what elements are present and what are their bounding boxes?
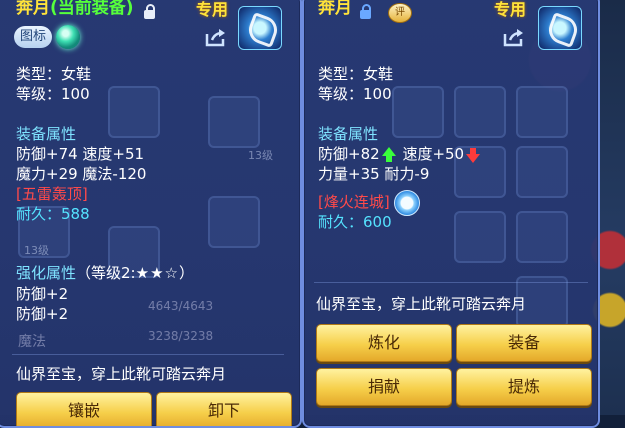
orb-icon[interactable] [56, 25, 80, 49]
decrease-arrow-icon [466, 148, 481, 163]
exclusive-tag: 专用 [196, 0, 229, 19]
enhance-line: 防御+2 [16, 285, 69, 303]
unequip-button[interactable]: 卸下 [156, 392, 292, 426]
stat-defense: 防御+82 [318, 145, 380, 163]
bg-hp-value: 4643/4643 [148, 299, 214, 313]
attr-header: 装备属性 [318, 125, 379, 143]
stat-line: 魔力+29 魔法-120 [16, 165, 147, 183]
durability-label: 耐久： [16, 205, 62, 223]
extract-button[interactable]: 提炼 [456, 368, 592, 406]
item-type: 类型：女鞋 [318, 65, 394, 83]
rating-badge[interactable]: 评 [388, 3, 412, 23]
divider [314, 282, 588, 283]
enhance-close: ） [178, 264, 194, 282]
background-slot [454, 211, 506, 263]
special-skill: [烽火连城] [318, 193, 390, 211]
equipped-note: (当前装备) [50, 0, 134, 18]
share-icon[interactable] [204, 28, 228, 48]
durability: 耐久：600 [318, 212, 392, 232]
item-description: 仙界至宝，穿上此靴可踏云奔月 [316, 295, 527, 313]
item-name: 奔月 [318, 0, 352, 18]
compare-item-tooltip: 奔月 评 专用 类型：女鞋 等级：100 装备属性 防御+82 速度+50 力量… [302, 0, 600, 428]
background-slot [208, 196, 260, 248]
durability-label: 耐久： [318, 213, 364, 231]
enhance-level: （等级2: [76, 264, 136, 282]
enhance-line: 防御+2 [16, 305, 69, 323]
item-type: 类型：女鞋 [16, 65, 92, 83]
icon-toggle[interactable]: 图标 [14, 26, 53, 48]
background-slot [454, 86, 506, 138]
equipped-item-tooltip: 13级 13级 4643/4643 3238/3238 魔法 奔月(当前装备) … [0, 0, 302, 428]
icon-toggle-label: 图标 [20, 29, 47, 44]
durability: 耐久：588 [16, 204, 90, 224]
durability-value: 600 [363, 213, 392, 231]
donate-button[interactable]: 捐献 [316, 368, 452, 406]
bg-level-tag: 13级 [248, 149, 273, 162]
item-name: 奔月 [16, 0, 50, 18]
stat-line: 防御+82 速度+50 [318, 144, 482, 164]
share-icon[interactable] [502, 28, 526, 48]
background-slot [208, 96, 260, 148]
enhance-header: 强化属性 [16, 264, 77, 282]
bg-mp-value: 3238/3238 [148, 329, 214, 343]
lock-icon[interactable] [360, 4, 371, 19]
bg-level-tag: 13级 [24, 244, 49, 257]
refine-button[interactable]: 炼化 [316, 324, 452, 362]
item-icon [238, 6, 282, 50]
item-description: 仙界至宝，穿上此靴可踏云奔月 [16, 365, 227, 383]
background-slot [516, 86, 568, 138]
enhance-row: 强化属性（等级2:★★☆） [16, 263, 194, 283]
durability-value: 588 [61, 205, 90, 223]
stat-speed: 速度+50 [402, 145, 465, 163]
bg-mp-label: 魔法 [18, 334, 46, 350]
item-icon [538, 6, 582, 50]
background-slot [516, 211, 568, 263]
item-name-row: 奔月(当前装备) [16, 0, 134, 18]
stat-line: 力量+35 耐力-9 [318, 165, 430, 183]
background-slot [392, 86, 444, 138]
enhance-stars: ★★☆ [135, 264, 179, 282]
exclusive-tag: 专用 [494, 0, 527, 19]
background-slot [516, 146, 568, 198]
inlay-button[interactable]: 镶嵌 [16, 392, 152, 426]
refresh-icon[interactable] [394, 190, 420, 216]
background-slot [108, 86, 160, 138]
increase-arrow-icon [381, 147, 396, 162]
item-level: 等级：100 [318, 85, 392, 103]
attr-header: 装备属性 [16, 125, 77, 143]
lock-icon[interactable] [144, 4, 155, 19]
equip-button[interactable]: 装备 [456, 324, 592, 362]
item-level: 等级：100 [16, 85, 90, 103]
stat-line: 防御+74 速度+51 [16, 145, 145, 163]
special-skill: [五雷轰顶] [16, 185, 88, 203]
divider [12, 354, 284, 355]
